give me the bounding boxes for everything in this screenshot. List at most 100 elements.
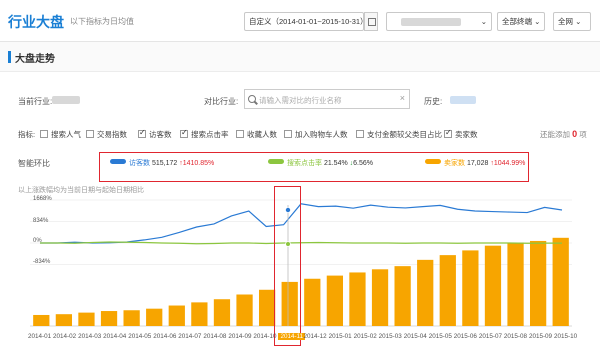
- chart-note: 以上涨跌幅均为当前日期与起始日期相比: [18, 187, 144, 194]
- page-subtitle: 以下指标为日均值: [70, 17, 134, 26]
- indicators-label: 指标:: [18, 130, 36, 139]
- x-tick-label: 2015-02: [353, 333, 377, 340]
- x-tick-label: 2015-03: [378, 333, 402, 340]
- date-range-picker[interactable]: 自定义（2014-01-01~2015-10-31）: [244, 12, 368, 31]
- section-title: 大盘走势: [15, 54, 55, 65]
- bar: [236, 294, 253, 326]
- x-tick-label: 2014-03: [78, 333, 102, 340]
- legend-sellers[interactable]: 卖家数 17,028 ↑1044.99%: [425, 158, 525, 168]
- checkbox-search-popularity[interactable]: 搜索人气: [40, 129, 81, 140]
- can-add-hint: 还能添加 0 项: [540, 129, 587, 139]
- x-tick-label: 2014-05: [128, 333, 152, 340]
- x-tick-label: 2014-10: [253, 333, 277, 340]
- x-tick-label: 2015-04: [403, 333, 427, 340]
- history-label: 历史:: [424, 97, 443, 106]
- y-tick-label: 0%: [33, 238, 42, 244]
- bar: [326, 275, 344, 326]
- x-tick-label: 2015-07: [478, 333, 502, 340]
- category-select[interactable]: ⌄: [386, 12, 492, 31]
- checkbox-add-to-cart[interactable]: 加入购物车人数: [284, 129, 348, 140]
- checkbox-favorites[interactable]: 收藏人数: [236, 129, 277, 140]
- compare-label: 智能环比: [18, 159, 50, 168]
- x-tick-label: 2014-04: [103, 333, 127, 340]
- section-accent-bar: [8, 51, 11, 63]
- series-swatch: [110, 159, 126, 164]
- legend-visitors[interactable]: 访客数 515,172 ↑1410.85%: [110, 158, 214, 168]
- blurred-category-name: [401, 18, 461, 26]
- checkbox-icon: [356, 130, 364, 138]
- checkbox-sellers[interactable]: 卖家数: [444, 128, 478, 140]
- series-line: [40, 241, 562, 245]
- x-tick-label: 2015-10: [554, 333, 578, 340]
- bar: [484, 245, 502, 326]
- bar: [507, 242, 524, 326]
- checkbox-icon: [284, 130, 292, 138]
- current-industry-label: 当前行业:: [18, 97, 53, 106]
- search-icon: [248, 95, 256, 103]
- legend-search-ctr[interactable]: 搜索点击率 21.54% ↓6.56%: [268, 158, 373, 168]
- top-header: 行业大盘 以下指标为日均值 自定义（2014-01-01~2015-10-31）…: [0, 0, 600, 42]
- bar: [33, 314, 50, 326]
- checkbox-checked-icon: [180, 128, 188, 138]
- checkbox-visitors[interactable]: 访客数: [138, 128, 172, 140]
- bar: [258, 289, 276, 326]
- y-tick-label: 1668%: [33, 196, 52, 202]
- calendar-icon[interactable]: [364, 12, 378, 31]
- bar: [417, 259, 434, 326]
- x-tick-label: 2014-12: [303, 333, 327, 340]
- blurred-current-industry: [52, 96, 80, 104]
- section-header: 大盘走势: [0, 42, 600, 72]
- bar: [394, 266, 411, 326]
- series-swatch: [425, 159, 441, 164]
- bar: [213, 299, 231, 326]
- series-line: [40, 203, 563, 244]
- checkbox-checked-icon: [444, 128, 452, 138]
- bar: [349, 272, 366, 326]
- compare-industry-label: 对比行业:: [204, 97, 239, 106]
- x-tick-label: 2014-01: [28, 333, 52, 340]
- checkbox-search-ctr[interactable]: 搜索点击率: [180, 128, 229, 140]
- page-title: 行业大盘: [8, 14, 64, 30]
- checkbox-icon: [86, 130, 94, 138]
- compare-industry-search[interactable]: 请输入需对比的行业名称 ×: [244, 89, 410, 109]
- bar: [191, 302, 208, 326]
- checkbox-icon: [40, 130, 48, 138]
- x-tick-label: 2015-08: [503, 333, 527, 340]
- x-tick-label: 2014-07: [178, 333, 202, 340]
- bar: [123, 310, 140, 326]
- x-tick-label: 2015-06: [453, 333, 477, 340]
- blurred-history-link[interactable]: [450, 96, 476, 104]
- chevron-down-icon: ⌄: [480, 17, 487, 26]
- bar: [439, 255, 456, 326]
- series-swatch: [268, 159, 284, 164]
- x-tick-label: 2014-11: [278, 333, 306, 340]
- checkbox-checked-icon: [138, 128, 146, 138]
- bar: [552, 237, 569, 326]
- x-tick-label: 2014-09: [228, 333, 252, 340]
- clear-icon[interactable]: ×: [400, 93, 405, 103]
- bar: [304, 278, 321, 326]
- network-select[interactable]: 全网 ⌄: [553, 12, 591, 31]
- y-tick-label: -834%: [33, 259, 51, 265]
- x-tick-label: 2014-02: [53, 333, 77, 340]
- bar: [78, 312, 95, 326]
- search-input-placeholder[interactable]: 请输入需对比的行业名称: [259, 95, 342, 106]
- bar: [146, 308, 163, 326]
- x-tick-label: 2015-05: [428, 333, 452, 340]
- bar: [371, 269, 389, 326]
- terminal-select[interactable]: 全部终端 ⌄: [497, 12, 545, 31]
- x-tick-label: 2014-06: [153, 333, 177, 340]
- bar: [55, 314, 73, 326]
- checkbox-trade-index[interactable]: 交易指数: [86, 129, 127, 140]
- x-tick-label: 2014-08: [203, 333, 227, 340]
- x-tick-label: 2015-01: [328, 333, 352, 340]
- highlight-box-selected-date: [274, 186, 301, 346]
- bar: [100, 311, 118, 326]
- bar: [529, 240, 547, 326]
- bar: [462, 250, 479, 326]
- y-tick-label: 834%: [33, 218, 49, 224]
- checkbox-icon: [236, 130, 244, 138]
- x-tick-label: 2015-09: [528, 333, 553, 340]
- bar: [168, 305, 185, 326]
- checkbox-pay-ratio[interactable]: 支付金额较父类目占比: [356, 129, 442, 140]
